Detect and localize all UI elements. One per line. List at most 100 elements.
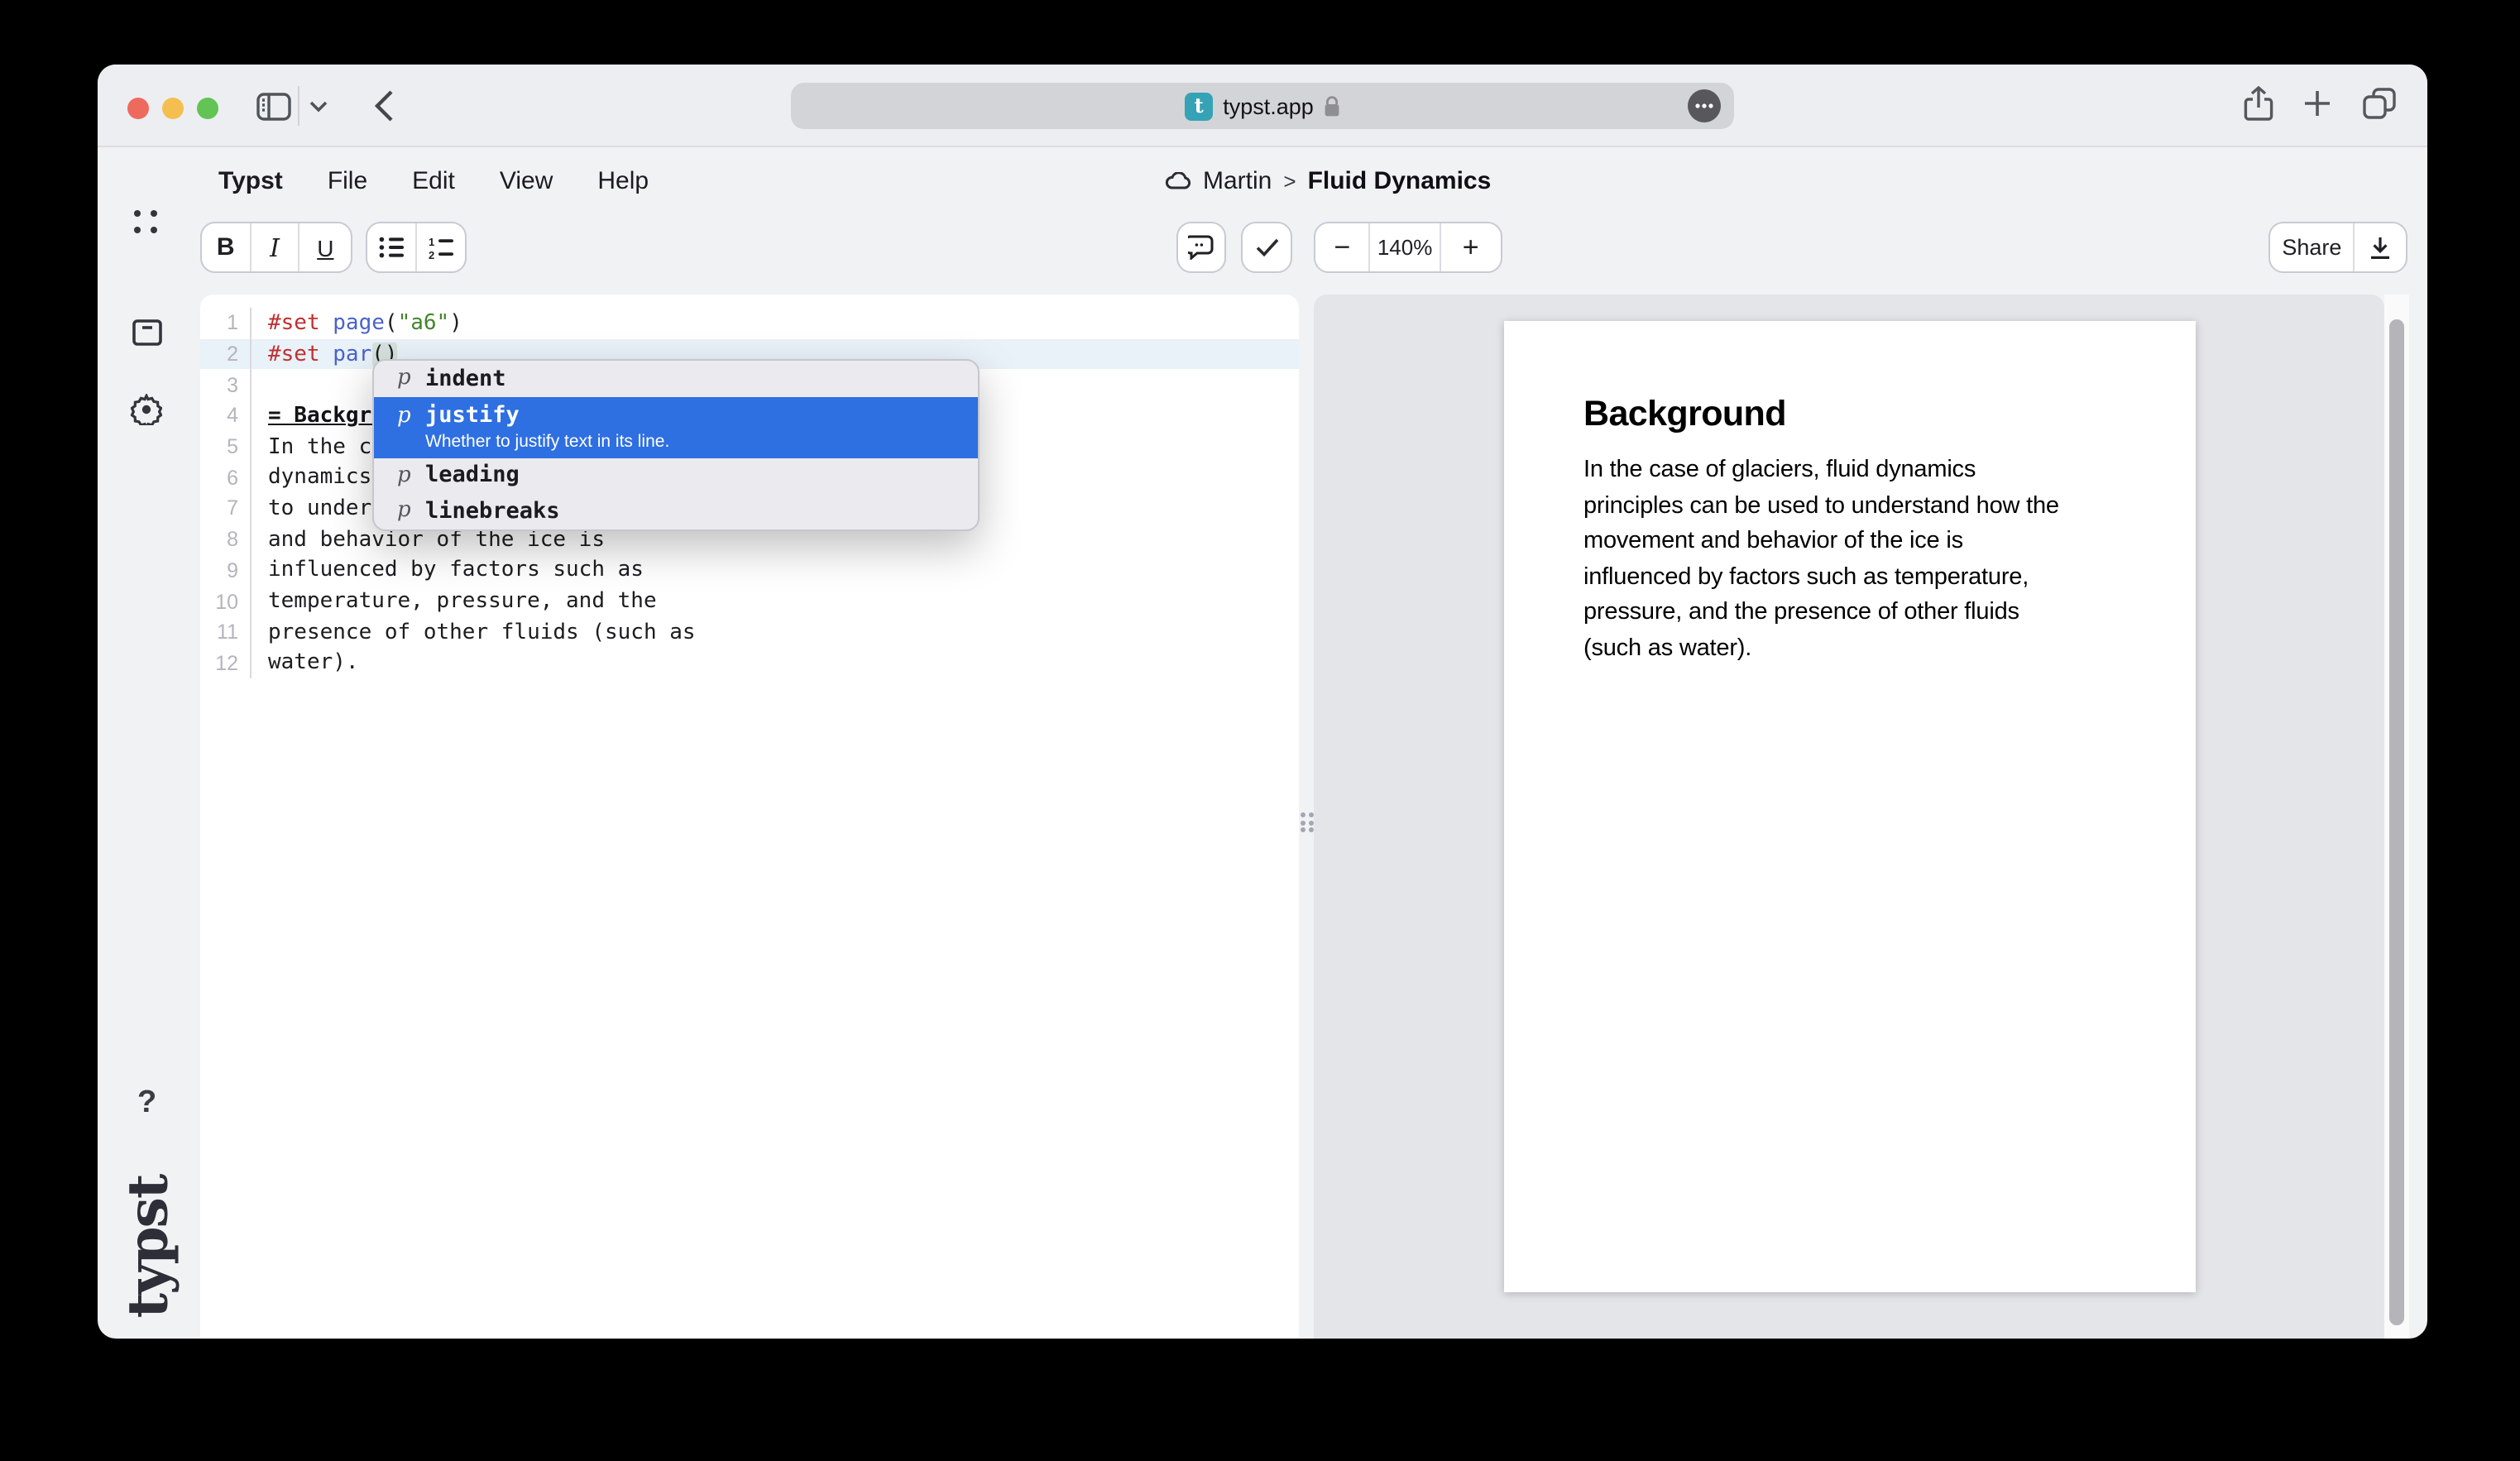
minimize-window-button[interactable] [161,97,183,118]
autocomplete-item-leading[interactable]: p leading [374,457,978,493]
autocomplete-label: indent [425,366,506,392]
document-body-line: (such as water). [1583,631,2146,667]
code-line[interactable]: 11presence of other fluids (such as [200,617,1299,648]
template-panel-icon[interactable] [132,319,162,346]
svg-text:1: 1 [429,236,434,247]
line-number: 4 [200,400,252,431]
chrome-divider [298,86,299,126]
check-button[interactable] [1243,223,1291,271]
code-line[interactable]: 10temperature, pressure, and the [200,586,1299,616]
autocomplete-item-linebreaks[interactable]: plinebreaks [374,493,978,529]
code-text: temperature, pressure, and the [252,589,657,614]
code-text: influenced by factors such as [252,558,644,583]
line-number: 6 [200,462,252,493]
zoom-level-value[interactable]: 140% [1371,223,1441,271]
document-body-line: principles can be used to understand how… [1583,489,2146,525]
lock-icon [1324,95,1340,117]
document-body-line: movement and behavior of the ice is [1583,525,2146,560]
code-line[interactable]: 12water). [200,648,1299,678]
checkmark-icon [1255,238,1278,256]
menu-item-typst[interactable]: Typst [218,167,283,195]
back-button-icon[interactable] [374,89,394,122]
menu-item-help[interactable]: Help [597,167,649,195]
preview-scrollbar-thumb[interactable] [2389,319,2404,1325]
line-number: 8 [200,525,252,555]
tab-overview-icon[interactable] [2363,88,2396,119]
autocomplete-label: justify [425,402,520,429]
line-number: 12 [200,648,252,678]
line-number: 10 [200,586,252,616]
cloud-icon [1165,172,1191,190]
underline-button[interactable]: U [300,223,351,271]
chevron-down-icon[interactable] [309,101,328,113]
menu-item-edit[interactable]: Edit [412,167,455,195]
numbered-list-button[interactable]: 1 2 [416,223,465,271]
bullet-list-icon [379,237,404,258]
breadcrumb-document-title[interactable]: Fluid Dynamics [1308,167,1492,195]
code-text: presence of other fluids (such as [252,620,696,644]
line-number: 7 [200,493,252,524]
autocomplete-popup: pindentpjustifyWhether to justify text i… [372,359,980,530]
share-button[interactable]: Share [2270,223,2355,271]
code-line[interactable]: 1#set page("a6") [200,308,1299,338]
zoom-control-group: − 140% + [1314,222,1502,273]
typst-logo: typst [111,1160,184,1332]
sidebar-toggle-icon[interactable] [256,93,291,121]
share-page-icon[interactable] [2244,86,2273,122]
line-number: 3 [200,370,252,400]
zoom-in-button[interactable]: + [1440,223,1501,271]
menu-item-view[interactable]: View [500,167,553,195]
document-body-line: In the case of glaciers, fluid dynamics [1583,453,2146,489]
zoom-window-button[interactable] [196,97,218,118]
line-number: 1 [200,308,252,338]
menu-item-file[interactable]: File [328,167,367,195]
bold-button[interactable]: B [202,223,251,271]
share-group: Share [2268,222,2407,273]
screen: t typst.app [0,0,2520,1461]
download-button[interactable] [2355,223,2406,271]
address-bar[interactable]: t typst.app [791,83,1734,129]
autocomplete-label: linebreaks [425,498,560,525]
line-number: 2 [200,338,252,369]
breadcrumb-account[interactable]: Martin [1203,167,1272,195]
param-icon: p [397,403,412,428]
param-icon: p [397,463,412,488]
list-style-group: 1 2 [366,222,467,273]
svg-text:2: 2 [429,248,434,259]
line-number: 11 [200,617,252,648]
param-icon: p [397,366,412,391]
code-text: water). [252,651,359,676]
app-menu: Typst File Edit View Help [218,147,649,215]
zoom-out-button[interactable]: − [1315,223,1371,271]
code-text: and behavior of the ice is [252,527,605,552]
document-body-line: pressure, and the presence of other flui… [1583,596,2146,631]
bullet-list-button[interactable] [367,223,416,271]
autocomplete-item-justify[interactable]: p justifyWhether to justify text in its l… [374,396,978,457]
new-tab-icon[interactable] [2303,89,2331,117]
app-grid-icon[interactable] [134,210,159,233]
comments-button[interactable] [1178,223,1224,271]
autocomplete-label: leading [425,462,520,489]
code-text: #set page("a6") [252,311,462,336]
breadcrumb-separator: > [1283,169,1296,194]
preview-scrollbar[interactable] [2384,295,2409,1339]
italic-button[interactable]: I [251,223,299,271]
code-line[interactable]: 9influenced by factors such as [200,555,1299,586]
autocomplete-item-indent[interactable]: pindent [374,361,978,396]
settings-gear-icon[interactable] [131,394,162,425]
download-icon [2369,236,2391,259]
breadcrumb: Martin > Fluid Dynamics [1165,147,1491,215]
comments-button-group [1176,222,1226,273]
help-button[interactable]: ? [137,1085,156,1122]
comment-bubble-icon [1188,235,1214,260]
numbered-list-icon: 1 2 [429,236,453,259]
close-window-button[interactable] [127,97,148,118]
approve-button-group [1241,222,1292,273]
document-page: Background In the case of glaciers, flui… [1504,321,2196,1292]
page-settings-button[interactable] [1688,89,1721,122]
document-body-line: influenced by factors such as temperatur… [1583,560,2146,596]
preview-pane: Background In the case of glaciers, flui… [1314,295,2384,1339]
line-number: 5 [200,432,252,462]
autocomplete-description: Whether to justify text in its line. [425,431,978,451]
text-style-group: B I U [200,222,352,273]
